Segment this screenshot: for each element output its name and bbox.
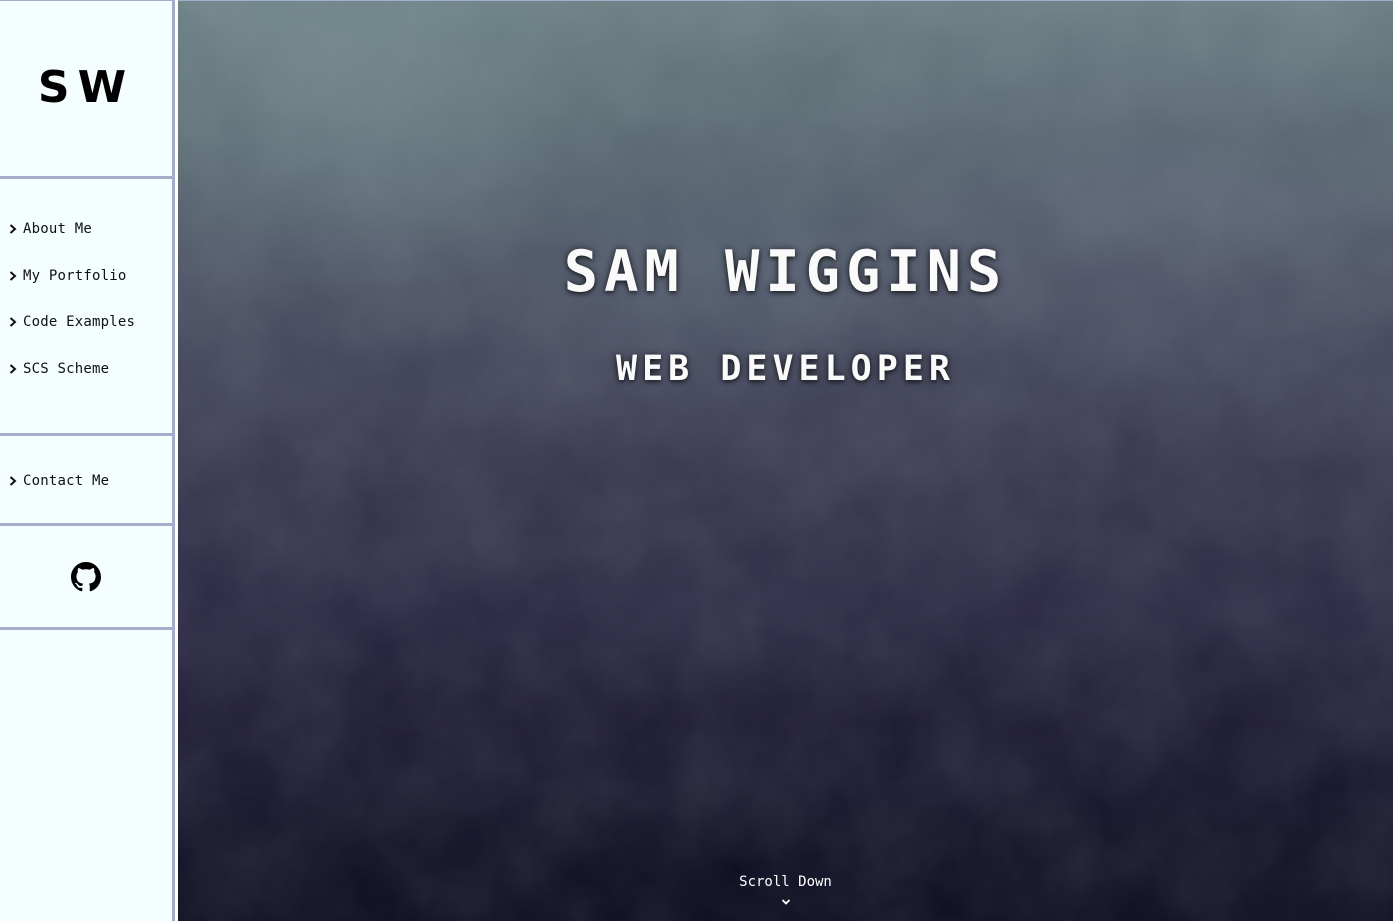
sidebar: SW About Me My Portfolio Code Examples S…: [0, 0, 175, 921]
chevron-right-icon: [9, 317, 17, 327]
nav-item-label: About Me: [23, 221, 93, 237]
scroll-down-button[interactable]: Scroll Down: [178, 873, 1393, 910]
site-logo[interactable]: SW: [38, 62, 134, 113]
scroll-down-label: Scroll Down: [739, 874, 832, 890]
hero-role: WEB DEVELOPER: [616, 349, 955, 389]
nav-item-contact-me[interactable]: Contact Me: [0, 471, 172, 491]
social-links: [0, 526, 172, 630]
chevron-right-icon: [9, 476, 17, 486]
nav-item-label: SCS Scheme: [23, 360, 110, 377]
chevron-right-icon: [9, 224, 17, 234]
chevron-right-icon: [9, 363, 17, 374]
contact-block: Contact Me: [0, 436, 172, 526]
nav-item-my-portfolio[interactable]: My Portfolio: [0, 266, 172, 286]
nav-item-code-examples[interactable]: Code Examples: [0, 312, 172, 332]
nav-item-label: Code Examples: [23, 314, 136, 330]
background-texture: [178, 1, 1393, 921]
chevron-down-icon: [781, 899, 790, 905]
nav-item-label: Contact Me: [23, 473, 110, 489]
logo-block: SW: [0, 1, 172, 179]
nav-item-label: My Portfolio: [23, 267, 127, 284]
chevron-right-icon: [9, 270, 17, 281]
main-nav: About Me My Portfolio Code Examples SCS …: [0, 179, 172, 436]
hero-name: SAM WIGGINS: [563, 239, 1008, 305]
github-icon[interactable]: [71, 561, 101, 592]
nav-item-about-me[interactable]: About Me: [0, 219, 172, 239]
nav-item-scs-scheme[interactable]: SCS Scheme: [0, 359, 172, 379]
hero-section: SAM WIGGINS WEB DEVELOPER Scroll Down: [178, 0, 1393, 921]
